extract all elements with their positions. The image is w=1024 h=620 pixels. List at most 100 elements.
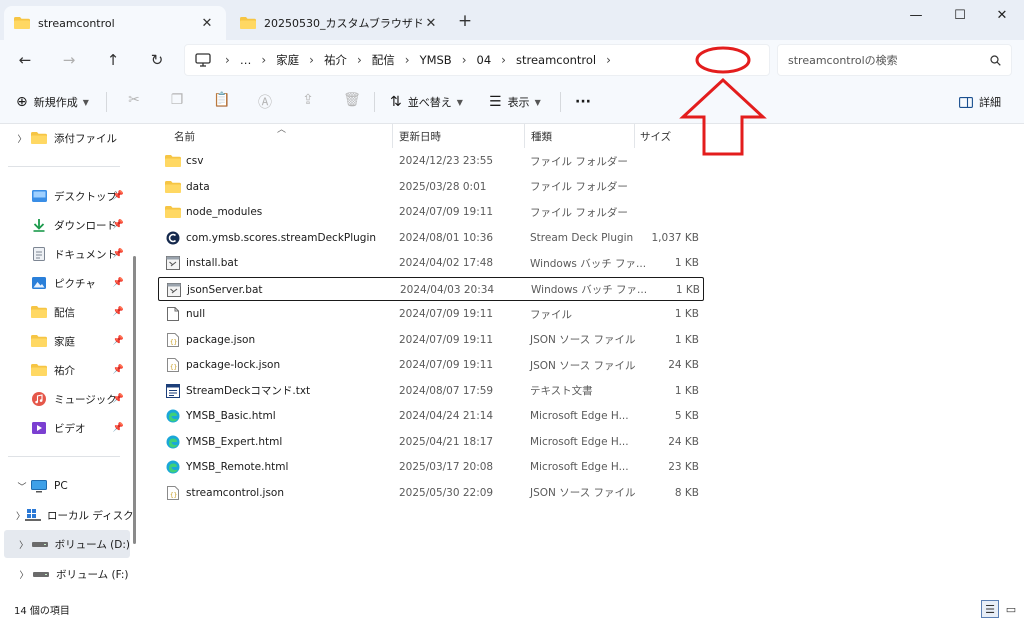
paste-icon[interactable]: 📋 <box>212 92 232 112</box>
file-row[interactable]: StreamDeckコマンド.txt 2024/08/07 17:59 テキスト文書… <box>158 379 704 403</box>
minimize-button[interactable]: — <box>896 0 936 30</box>
chevron-right-icon[interactable]: 〉 <box>14 132 30 145</box>
file-row[interactable]: data 2025/03/28 0:01 ファイル フォルダー <box>158 175 704 199</box>
up-button[interactable]: ↑ <box>100 48 126 72</box>
breadcrumb-item[interactable]: 配信 <box>372 52 395 68</box>
breadcrumb-more[interactable]: … <box>240 53 252 67</box>
pin-icon[interactable]: 📌 <box>113 249 124 259</box>
sidebar-item-music[interactable]: ミュージック 📌 <box>4 385 130 413</box>
view-button[interactable]: ☰ 表示 ▼ <box>489 90 541 114</box>
chevron-right-icon[interactable]: 〉 <box>16 509 25 522</box>
folder-icon <box>31 306 47 318</box>
file-row[interactable]: YMSB_Remote.html 2025/03/17 20:08 Microsof… <box>158 455 704 479</box>
sort-button[interactable]: ⇅ 並べ替え ▼ <box>390 90 463 114</box>
file-row[interactable]: {} package.json 2024/07/09 19:11 JSON ソース フ… <box>158 328 704 352</box>
breadcrumb-item[interactable]: streamcontrol <box>516 53 596 67</box>
file-row[interactable]: {} package-lock.json 2024/07/09 19:11 JSON … <box>158 353 704 377</box>
pictures-icon <box>32 277 46 289</box>
file-row[interactable]: jsonServer.bat 2024/04/03 20:34 Windows バッ… <box>158 276 704 301</box>
file-date: 2024/04/03 20:34 <box>400 283 495 296</box>
breadcrumb-item[interactable]: 04 <box>477 53 492 67</box>
sidebar-item-attachments[interactable]: 〉 添付ファイル <box>4 124 130 152</box>
file-row[interactable]: com.ymsb.scores.streamDeckPlugin 2024/08/… <box>158 226 704 250</box>
new-tab-button[interactable]: + <box>455 11 475 31</box>
tab-streamcontrol[interactable]: streamcontrol ✕ <box>4 6 226 40</box>
file-name: null <box>186 308 206 320</box>
details-pane-button[interactable]: 詳細 <box>959 90 1001 114</box>
chevron-right-icon: › <box>309 53 314 67</box>
folder-icon <box>165 153 181 169</box>
file-row[interactable]: node_modules 2024/07/09 19:11 ファイル フォルダー <box>158 200 704 224</box>
column-header-name[interactable]: 名前 <box>174 124 195 148</box>
tiles-view-button[interactable]: ▭ <box>1002 600 1020 618</box>
file-row[interactable]: YMSB_Basic.html 2024/04/24 21:14 Microsoft… <box>158 404 704 428</box>
maximize-button[interactable]: ☐ <box>940 0 980 30</box>
batch-file-icon <box>165 255 181 271</box>
refresh-button[interactable]: ↻ <box>144 48 170 72</box>
pin-icon[interactable]: 📌 <box>113 423 124 433</box>
close-tab-icon[interactable]: ✕ <box>198 16 216 31</box>
search-input[interactable] <box>788 53 990 67</box>
pin-icon[interactable]: 📌 <box>113 278 124 288</box>
chevron-down-icon[interactable]: ﹀ <box>14 480 30 493</box>
details-view-button[interactable]: ☰ <box>981 600 999 618</box>
file-name: streamcontrol.json <box>186 486 284 499</box>
new-button[interactable]: ⊕ 新規作成 ▼ <box>16 90 89 114</box>
sidebar-item-home[interactable]: 家庭 📌 <box>4 327 130 355</box>
pin-icon[interactable]: 📌 <box>113 191 124 201</box>
pin-icon[interactable]: 📌 <box>113 365 124 375</box>
file-row[interactable]: YMSB_Expert.html 2025/04/21 18:17 Microsof… <box>158 430 704 454</box>
breadcrumb-item[interactable]: 祐介 <box>324 52 347 68</box>
share-icon[interactable]: ⇪ <box>298 92 318 112</box>
file-name-cell: {} package-lock.json <box>165 353 280 377</box>
sidebar-item-streaming[interactable]: 配信 📌 <box>4 298 130 326</box>
file-type: Microsoft Edge H... <box>530 461 629 473</box>
delete-icon[interactable]: 🗑 <box>342 92 362 112</box>
column-header-size[interactable]: サイズ <box>640 124 671 148</box>
breadcrumb-item[interactable]: 家庭 <box>276 52 299 68</box>
breadcrumb-item[interactable]: YMSB <box>420 53 452 67</box>
sidebar-item-volume-f[interactable]: 〉 ボリューム (F:) <box>14 560 130 588</box>
cut-icon[interactable]: ✂ <box>124 92 144 112</box>
sidebar-item-volume-d[interactable]: 〉 ボリューム (D:) <box>4 530 130 558</box>
chevron-right-icon[interactable]: › <box>606 53 611 67</box>
tab-custom-browser-dock[interactable]: 20250530_カスタムブラウザドック ✕ <box>230 6 450 40</box>
sidebar-item-desktop[interactable]: デスクトップ 📌 <box>4 182 130 210</box>
address-bar[interactable]: › … › 家庭 › 祐介 › 配信 › YMSB › 04 › streamc… <box>184 44 770 76</box>
file-row[interactable]: {} streamcontrol.json 2025/05/30 22:09 JSON… <box>158 481 704 505</box>
chevron-right-icon: › <box>225 53 230 67</box>
pin-icon[interactable]: 📌 <box>113 394 124 404</box>
file-row[interactable]: csv 2024/12/23 23:55 ファイル フォルダー <box>158 149 704 173</box>
sidebar-item-videos[interactable]: ビデオ 📌 <box>4 414 130 442</box>
pin-icon[interactable]: 📌 <box>113 220 124 230</box>
close-window-button[interactable]: ✕ <box>982 0 1022 30</box>
sidebar-scrollbar[interactable] <box>133 256 136 544</box>
file-row[interactable]: null 2024/07/09 19:11 ファイル 1 KB <box>158 302 704 326</box>
sidebar-item-downloads[interactable]: ダウンロード 📌 <box>4 211 130 239</box>
pin-icon[interactable]: 📌 <box>113 336 124 346</box>
copy-icon[interactable]: ❐ <box>167 92 187 112</box>
chevron-right-icon[interactable]: 〉 <box>16 538 31 551</box>
chevron-right-icon[interactable]: 〉 <box>16 568 32 581</box>
pin-icon[interactable]: 📌 <box>113 307 124 317</box>
sidebar-item-local-disk[interactable]: 〉 ローカル ディスク <box>14 501 134 529</box>
download-icon <box>33 219 45 232</box>
forward-button[interactable]: → <box>56 48 82 72</box>
file-date: 2024/07/09 19:11 <box>399 206 494 218</box>
back-button[interactable]: ← <box>12 48 38 72</box>
file-size: 1 KB <box>674 333 699 346</box>
more-options-button[interactable]: ··· <box>575 90 591 114</box>
file-row[interactable]: install.bat 2024/04/02 17:48 Windows バッチ フ… <box>158 251 704 275</box>
chevron-right-icon: › <box>261 53 267 67</box>
sidebar-item-pc[interactable]: ﹀ PC <box>4 472 130 500</box>
search-box[interactable] <box>777 44 1012 76</box>
file-date: 2025/03/17 20:08 <box>399 461 494 473</box>
column-header-date[interactable]: 更新日時 <box>399 124 441 148</box>
column-header-type[interactable]: 種類 <box>531 124 552 148</box>
sidebar-item-yusuke[interactable]: 祐介 📌 <box>4 356 130 384</box>
close-tab-icon[interactable]: ✕ <box>422 16 440 31</box>
sidebar-item-pictures[interactable]: ピクチャ 📌 <box>4 269 130 297</box>
sidebar-item-documents[interactable]: ドキュメント 📌 <box>4 240 130 268</box>
rename-icon[interactable]: Ⓐ <box>255 92 275 112</box>
file-date: 2024/12/23 23:55 <box>399 155 494 167</box>
